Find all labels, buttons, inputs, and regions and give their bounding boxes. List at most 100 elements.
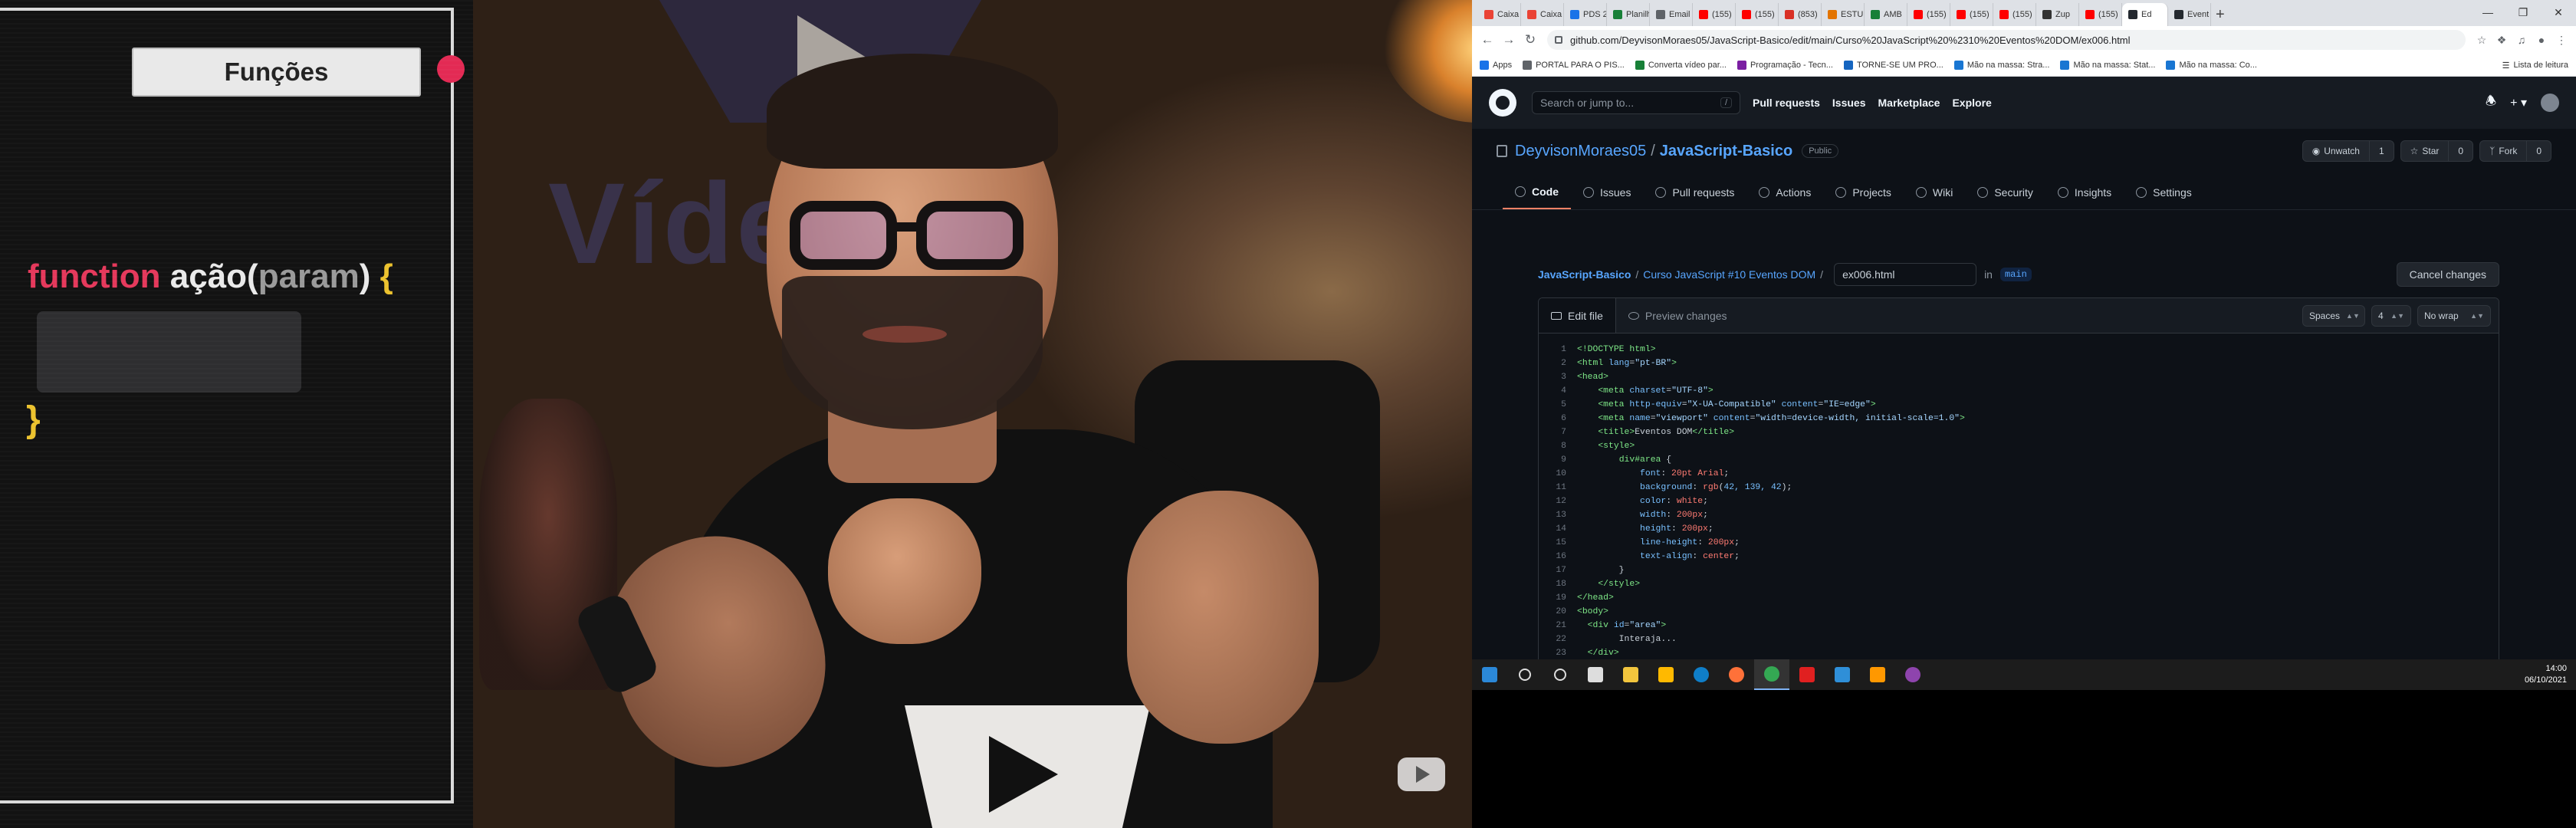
profile-icon[interactable]: ● bbox=[2532, 30, 2551, 50]
taskbar-edge[interactable] bbox=[1684, 659, 1719, 690]
filename-input[interactable] bbox=[1834, 263, 1977, 286]
reading-list-button[interactable]: ☰ Lista de leitura bbox=[2502, 54, 2568, 77]
bookmark-item[interactable]: Programação - Tecn... bbox=[1737, 60, 1833, 70]
forward-icon[interactable]: → bbox=[1498, 29, 1520, 51]
taskbar-start[interactable] bbox=[1472, 659, 1507, 690]
tab-preview-changes[interactable]: Preview changes bbox=[1616, 298, 1740, 333]
tab-edit-file[interactable]: Edit file bbox=[1539, 298, 1616, 333]
taskbar-cortana[interactable] bbox=[1543, 659, 1578, 690]
taskbar-chrome[interactable] bbox=[1754, 659, 1789, 690]
bookmark-item[interactable]: Mão na massa: Stra... bbox=[1953, 60, 2049, 70]
repo-name-link[interactable]: JavaScript-Basico bbox=[1660, 143, 1792, 160]
nav-link-issues[interactable]: Issues bbox=[1832, 97, 1866, 109]
browser-tab[interactable]: Email bbox=[1650, 3, 1693, 26]
address-bar[interactable]: github.com/DeyvisonMoraes05/JavaScript-B… bbox=[1547, 30, 2466, 50]
taskbar-store[interactable] bbox=[1648, 659, 1684, 690]
tab-insights[interactable]: Insights bbox=[2045, 176, 2124, 209]
indent-size-select[interactable]: 4 ▲▼ bbox=[2371, 304, 2411, 327]
tab-active[interactable]: Ed bbox=[2122, 3, 2168, 26]
browser-tab[interactable]: Caixa bbox=[1478, 3, 1521, 26]
browser-tab[interactable]: Event bbox=[2168, 3, 2211, 26]
browser-tab[interactable]: (853) bbox=[1779, 3, 1822, 26]
taskbar-file-explorer[interactable] bbox=[1613, 659, 1648, 690]
nav-link-marketplace[interactable]: Marketplace bbox=[1878, 97, 1940, 109]
browser-tab[interactable]: (155) bbox=[2079, 3, 2122, 26]
file-editor: Edit file Preview changes Spaces ▲▼ 4 ▲▼ N… bbox=[1538, 297, 2499, 659]
search-input[interactable]: Search or jump to... / bbox=[1532, 91, 1740, 114]
bookmark-item[interactable]: Mão na massa: Co... bbox=[2166, 60, 2257, 70]
tab-projects[interactable]: Projects bbox=[1823, 176, 1904, 209]
tab-issues[interactable]: Issues bbox=[1571, 176, 1643, 209]
repo-owner-link[interactable]: DeyvisonMoraes05 bbox=[1515, 143, 1646, 160]
watch-button[interactable]: ◉ Unwatch 1 bbox=[2302, 140, 2394, 162]
extensions-icon[interactable]: ❖ bbox=[2492, 30, 2512, 50]
indent-mode-select[interactable]: Spaces ▲▼ bbox=[2302, 304, 2365, 327]
maximize-icon[interactable]: ❐ bbox=[2505, 0, 2541, 25]
plus-dropdown-icon[interactable]: + ▾ bbox=[2510, 95, 2527, 110]
tab-code[interactable]: Code bbox=[1503, 176, 1571, 209]
taskbar-github-desktop[interactable] bbox=[1895, 659, 1930, 690]
tab-wiki[interactable]: Wiki bbox=[1904, 176, 1965, 209]
bookmark-item[interactable]: Converta vídeo par... bbox=[1635, 60, 1727, 70]
video-player[interactable]: Vídeo Funções function ação(param) { } bbox=[0, 0, 1472, 828]
fork-button[interactable]: ᛉ Fork 0 bbox=[2479, 140, 2551, 162]
code-editor[interactable]: 1 <!DOCTYPE html> 2 <html lang = "pt-BR" >3 <he… bbox=[1539, 334, 2499, 659]
bell-icon[interactable]: 🕭 bbox=[2486, 93, 2496, 113]
scanline bbox=[0, 340, 473, 342]
bookmark-item[interactable]: PORTAL PARA O PIS... bbox=[1523, 60, 1625, 70]
bookmark-item[interactable]: TORNE-SE UM PRO... bbox=[1843, 60, 1944, 70]
star-button[interactable]: ☆ Star 0 bbox=[2400, 140, 2474, 162]
taskbar-clock[interactable]: 14:00 06/10/2021 bbox=[2525, 663, 2576, 686]
taskbar-task-view[interactable] bbox=[1578, 659, 1613, 690]
tab-settings[interactable]: Settings bbox=[2124, 176, 2204, 209]
browser-tab[interactable]: PDS 2 bbox=[1564, 3, 1607, 26]
scanline bbox=[0, 235, 473, 236]
star-bookmark-icon[interactable]: ☆ bbox=[2472, 30, 2492, 50]
taskbar-sublime[interactable] bbox=[1860, 659, 1895, 690]
browser-tab[interactable]: (155) bbox=[1950, 3, 1993, 26]
video-play-icon[interactable] bbox=[1398, 757, 1445, 791]
bookmark-item[interactable]: Apps bbox=[1480, 60, 1512, 70]
tab-actions[interactable]: Actions bbox=[1746, 176, 1823, 209]
avatar[interactable] bbox=[2541, 94, 2559, 112]
header-actions: 🕭 + ▾ bbox=[2486, 93, 2559, 113]
breadcrumb-folder-link[interactable]: Curso JavaScript #10 Eventos DOM bbox=[1643, 268, 1815, 281]
browser-tab[interactable]: (155) bbox=[1693, 3, 1736, 26]
menu-icon[interactable]: ⋮ bbox=[2551, 30, 2571, 50]
nav-link-pull-requests[interactable]: Pull requests bbox=[1753, 97, 1820, 109]
new-tab-button[interactable]: + bbox=[2216, 3, 2225, 26]
line-number: 11 bbox=[1556, 483, 1566, 492]
taskbar-vscode[interactable] bbox=[1825, 659, 1860, 690]
browser-tab[interactable]: Zup bbox=[2036, 3, 2079, 26]
taskbar-firefox[interactable] bbox=[1719, 659, 1754, 690]
breadcrumb-repo-link[interactable]: JavaScript-Basico bbox=[1538, 268, 1631, 281]
github-logo-icon[interactable] bbox=[1489, 89, 1516, 117]
scanline bbox=[0, 331, 473, 333]
wrap-mode-select[interactable]: No wrap ▲▼ bbox=[2417, 304, 2491, 327]
browser-tab[interactable]: (155) bbox=[1993, 3, 2036, 26]
code-token: rgb bbox=[1703, 483, 1719, 492]
bookmark-item[interactable]: Mão na massa: Stat... bbox=[2060, 60, 2155, 70]
tab-pull-requests[interactable]: Pull requests bbox=[1643, 176, 1746, 209]
browser-tab[interactable]: ESTU bbox=[1822, 3, 1865, 26]
browser-tab[interactable]: Caixa bbox=[1521, 3, 1564, 26]
scanline bbox=[0, 55, 473, 57]
browser-tab[interactable]: (155) bbox=[1907, 3, 1950, 26]
reload-icon[interactable]: ↻ bbox=[1520, 29, 1541, 51]
media-icon[interactable]: ♫ bbox=[2512, 30, 2532, 50]
back-icon[interactable]: ← bbox=[1477, 29, 1498, 51]
cancel-changes-button[interactable]: Cancel changes bbox=[2396, 262, 2499, 287]
lock-icon bbox=[1555, 36, 1562, 44]
minimize-icon[interactable]: — bbox=[2470, 0, 2505, 25]
nav-link-explore[interactable]: Explore bbox=[1952, 97, 1991, 109]
line-number: 4 bbox=[1561, 386, 1566, 396]
scanline bbox=[0, 423, 473, 425]
browser-tab[interactable]: (155) bbox=[1736, 3, 1779, 26]
taskbar-acrobat[interactable] bbox=[1789, 659, 1825, 690]
browser-tab[interactable]: AMB bbox=[1865, 3, 1907, 26]
close-icon[interactable]: ✕ bbox=[2541, 0, 2576, 25]
tab-security[interactable]: Security bbox=[1965, 176, 2045, 209]
star-count: 0 bbox=[2458, 146, 2464, 156]
taskbar-search[interactable] bbox=[1507, 659, 1543, 690]
browser-tab[interactable]: Planilh bbox=[1607, 3, 1650, 26]
